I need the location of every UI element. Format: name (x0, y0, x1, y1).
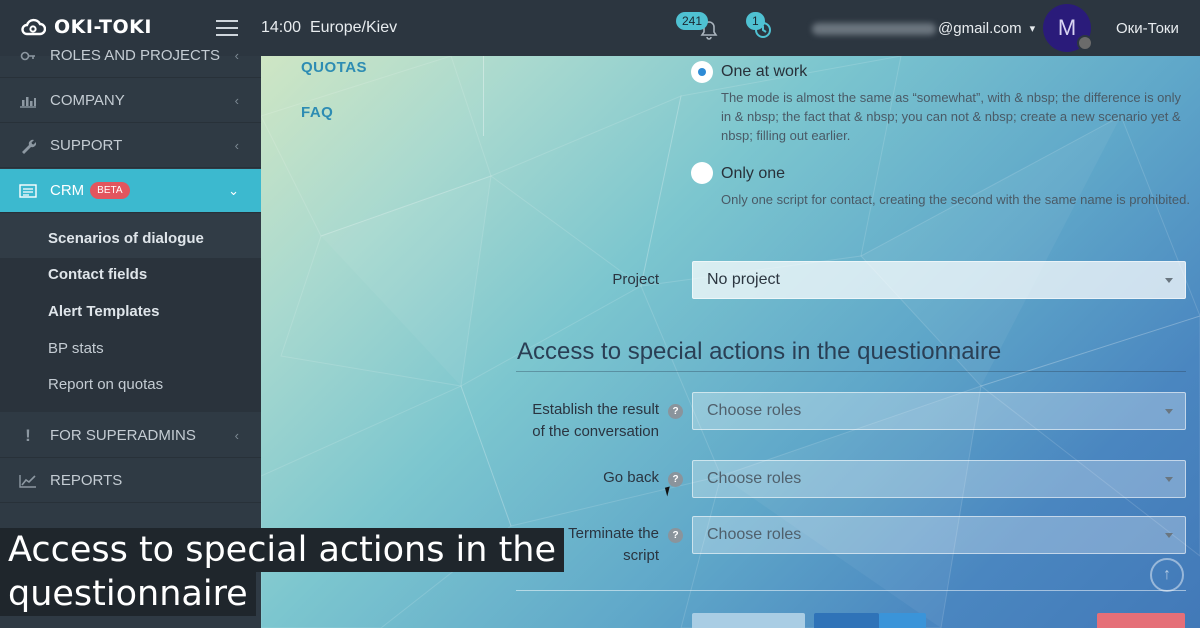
project-select[interactable]: No project (692, 261, 1186, 299)
sidebar-item-company[interactable]: COMPANY ‹ (0, 79, 261, 123)
caption-line-1: Access to special actions in the (0, 528, 565, 572)
line-chart-icon (18, 472, 38, 490)
caret-down-icon (1165, 278, 1173, 283)
section-divider (516, 371, 1186, 372)
chevron-down-icon: ⌄ (228, 182, 239, 198)
sidebar-item-label: ROLES AND PROJECTS (50, 47, 221, 64)
option-description: The mode is almost the same as “somewhat… (721, 90, 1182, 143)
caption-line-2: questionnaire (0, 572, 256, 616)
sidebar-item-roles-and-projects[interactable]: ROLES AND PROJECTS ‹ (0, 34, 261, 78)
save-dropdown-button[interactable] (879, 613, 926, 628)
submenu-item-contact-fields[interactable]: Contact fields (48, 266, 147, 283)
chevron-down-icon: ▾ (1029, 23, 1036, 35)
radio-one-at-work[interactable] (691, 61, 713, 83)
help-icon[interactable]: ? (668, 472, 683, 487)
caret-down-icon (1165, 533, 1173, 538)
clock: 14:00 Europe/Kiev (261, 19, 397, 37)
terminate-script-roles-select[interactable]: Choose roles (692, 516, 1186, 554)
sidebar-item-label: REPORTS (50, 472, 123, 489)
establish-result-roles-select[interactable]: Choose roles (692, 392, 1186, 430)
sidebar-item-support[interactable]: SUPPORT ‹ (0, 124, 261, 168)
terminate-script-label: Terminate the script (568, 523, 659, 567)
key-icon (18, 47, 38, 65)
delete-button[interactable] (1097, 613, 1185, 628)
crm-submenu: Scenarios of dialogue Contact fields Ale… (0, 214, 261, 412)
bar-chart-icon (18, 92, 38, 110)
sidebar-item-reports[interactable]: REPORTS (0, 459, 261, 503)
save-button[interactable] (814, 613, 879, 628)
time-text: 14:00 (261, 19, 302, 36)
list-card-icon (18, 182, 38, 200)
scroll-to-top-icon[interactable]: ↑ (1150, 558, 1184, 592)
option-title: One at work (721, 63, 808, 80)
option-title: Only one (721, 165, 786, 182)
chevron-left-icon: ‹ (234, 48, 239, 63)
caret-down-icon (1165, 409, 1173, 414)
timezone-text: Europe/Kiev (309, 19, 398, 36)
sidebar-item-crm[interactable]: CRM BETA ⌄ (0, 169, 261, 213)
label-line: of the conversation (532, 423, 659, 440)
project-select-value: No project (707, 271, 780, 288)
action-button[interactable] (692, 613, 805, 628)
project-label: Project (612, 271, 659, 288)
select-placeholder: Choose roles (707, 470, 802, 487)
beta-badge: BETA (90, 182, 130, 199)
label-line: Establish the result (532, 401, 659, 418)
radio-only-one[interactable] (691, 162, 713, 184)
avatar-letter: M (1057, 15, 1077, 40)
select-placeholder: Choose roles (707, 526, 802, 543)
section-title: Access to special actions in the questio… (517, 338, 1002, 365)
status-dot (1077, 35, 1093, 51)
wrench-icon (18, 137, 38, 155)
sidebar-item-label: FOR SUPERADMINS (50, 427, 196, 444)
label-line: Terminate the (568, 525, 659, 542)
label-line: Go back (603, 469, 659, 486)
history-badge: 1 (746, 12, 765, 30)
option-description: Only one script for contact, creating th… (721, 192, 1190, 207)
help-icon[interactable]: ? (668, 404, 683, 419)
submenu-item-bp-stats[interactable]: BP stats (48, 340, 104, 357)
email-text: @gmail.com (938, 20, 1022, 37)
toc-link-faq[interactable]: FAQ (301, 104, 333, 121)
sidebar-item-for-superadmins[interactable]: ! FOR SUPERADMINS ‹ (0, 414, 261, 458)
help-icon[interactable]: ? (668, 528, 683, 543)
go-back-roles-select[interactable]: Choose roles (692, 460, 1186, 498)
sidebar-item-label: COMPANY (50, 92, 125, 109)
sidebar-item-label: SUPPORT (50, 137, 123, 154)
caret-down-icon (1165, 477, 1173, 482)
establish-result-label: Establish the result of the conversation (532, 399, 659, 443)
chevron-left-icon: ‹ (234, 93, 239, 108)
chevron-left-icon: ‹ (234, 138, 239, 153)
submenu-item-scenarios[interactable]: Scenarios of dialogue (48, 230, 204, 247)
go-back-label: Go back (603, 467, 659, 489)
account-menu[interactable]: @gmail.com ▾ (812, 20, 1035, 37)
label-line: script (623, 547, 659, 564)
form-bottom-divider (516, 590, 1186, 591)
exclamation-icon: ! (25, 425, 31, 445)
submenu-item-report-on-quotas[interactable]: Report on quotas (48, 376, 163, 393)
submenu-item-alert-templates[interactable]: Alert Templates (48, 303, 159, 320)
toc-divider (483, 56, 484, 136)
toc-link-quotas[interactable]: QUOTAS (301, 59, 367, 76)
sidebar-item-label: CRM (50, 182, 85, 199)
blurred-email-prefix (812, 22, 936, 35)
chevron-left-icon: ‹ (234, 428, 239, 443)
notifications-badge: 241 (676, 12, 709, 30)
select-placeholder: Choose roles (707, 402, 802, 419)
avatar[interactable]: M (1043, 4, 1093, 52)
username[interactable]: Оки-Токи (1116, 20, 1179, 37)
